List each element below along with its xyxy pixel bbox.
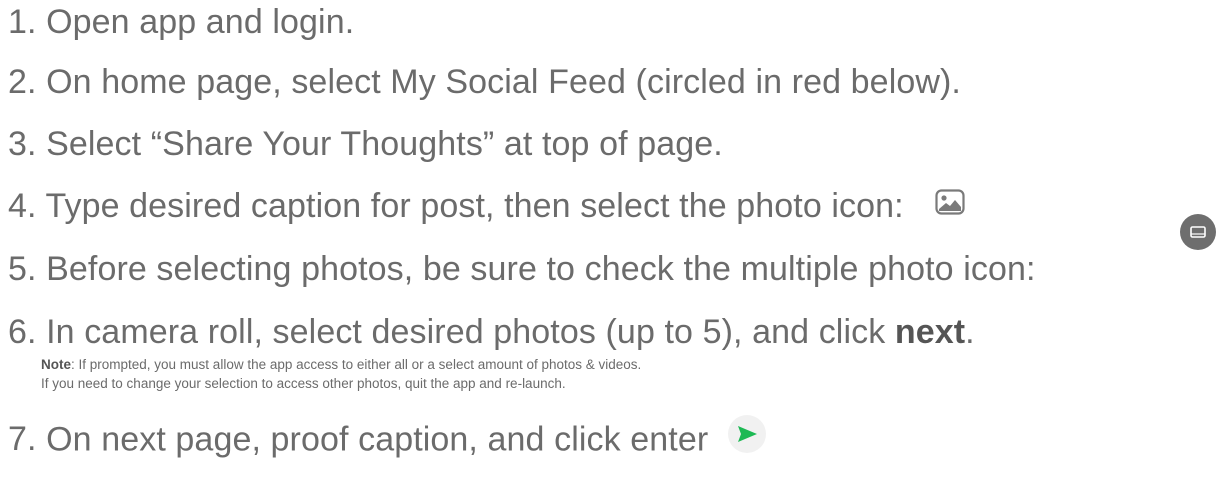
send-icon (727, 415, 766, 462)
step-number: 4. (8, 187, 37, 225)
step-text: Type desired caption for post, then sele… (45, 187, 904, 225)
step-4: 4. Type desired caption for post, then s… (8, 186, 965, 228)
step-bold-word: next (894, 313, 966, 351)
step-7: 7. On next page, proof caption, and clic… (8, 415, 766, 465)
step-number: 6. (8, 313, 37, 351)
step-number: 1. (8, 3, 37, 41)
step-text: Open app and login. (46, 3, 355, 41)
step-number: 3. (8, 125, 37, 163)
step-number: 5. (8, 250, 37, 288)
step-text: On next page, proof caption, and click e… (46, 420, 709, 459)
step-text: Select “Share Your Thoughts” at top of p… (46, 125, 723, 163)
note-text: : If prompted, you must allow the app ac… (71, 357, 642, 372)
step-text: On home page, select My Social Feed (cir… (46, 63, 961, 101)
note-line-1: Note: If prompted, you must allow the ap… (41, 355, 641, 374)
step-1: 1. Open app and login. (8, 2, 354, 42)
multiple-photo-icon (1180, 214, 1216, 250)
step-text: In camera roll, select desired photos (u… (46, 313, 895, 351)
step-6: 6. In camera roll, select desired photos… (8, 312, 975, 352)
step-2: 2. On home page, select My Social Feed (… (8, 62, 961, 102)
note-label: Note (41, 357, 71, 372)
note-line-2: If you need to change your selection to … (41, 374, 566, 393)
step-3: 3. Select “Share Your Thoughts” at top o… (8, 124, 723, 164)
photo-icon (935, 184, 965, 224)
step-suffix: . (965, 313, 975, 351)
step-number: 7. (8, 420, 37, 459)
step-text: Before selecting photos, be sure to chec… (46, 250, 1036, 288)
step-5: 5. Before selecting photos, be sure to c… (8, 249, 1036, 289)
step-number: 2. (8, 63, 37, 101)
note-text: If you need to change your selection to … (41, 376, 566, 391)
